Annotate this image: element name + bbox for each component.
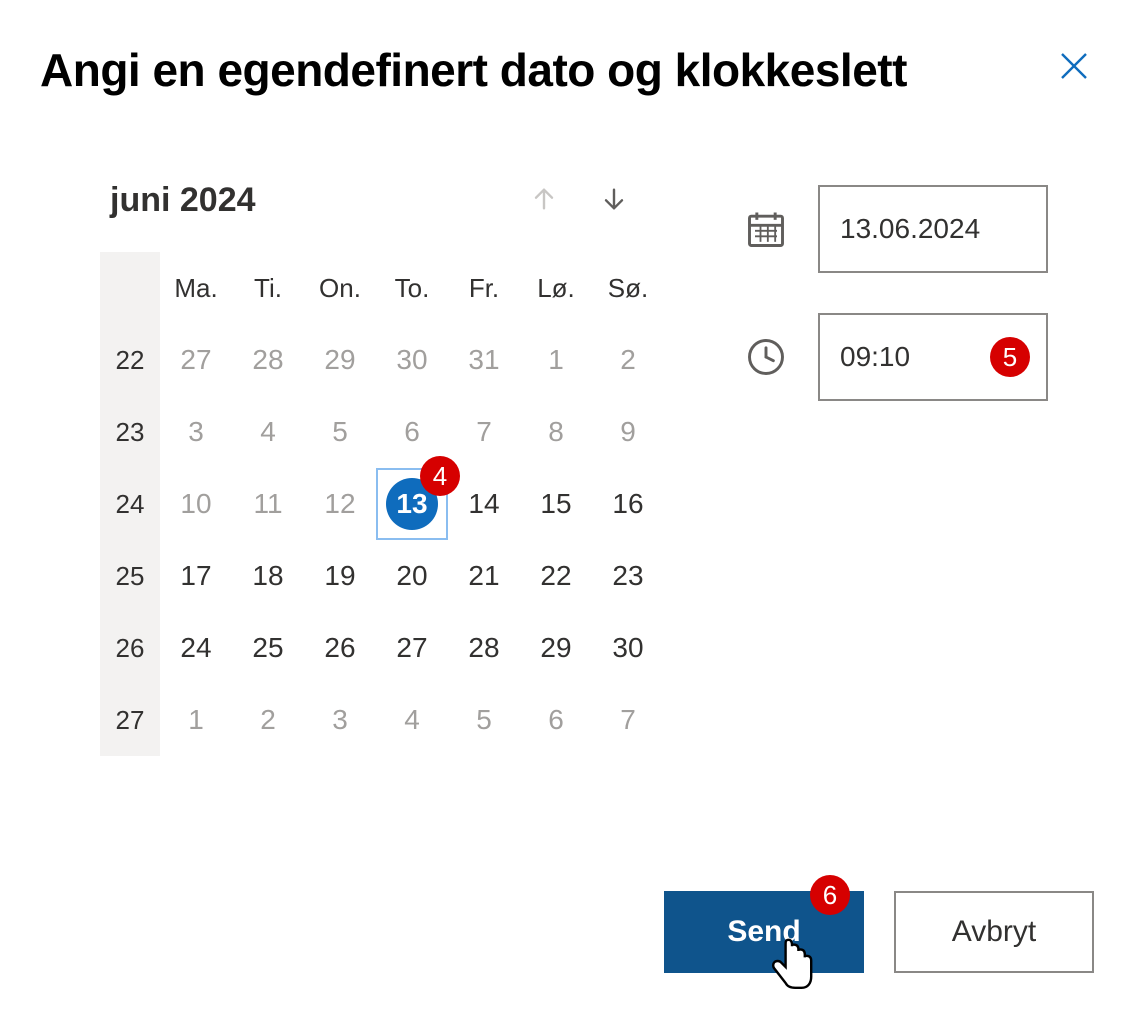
send-button-label: Send: [727, 915, 800, 948]
calendar-day[interactable]: 2: [592, 324, 664, 396]
clock-icon: [744, 335, 788, 379]
calendar-day[interactable]: 27: [376, 612, 448, 684]
calendar-day[interactable]: 28: [232, 324, 304, 396]
day-header: Ti.: [232, 252, 304, 324]
day-header: Lø.: [520, 252, 592, 324]
calendar-panel: juni 2024 Ma.Ti.On.To.Fr.Lø.Sø.222728293…: [100, 179, 664, 756]
close-button[interactable]: [1044, 40, 1104, 99]
day-header: Fr.: [448, 252, 520, 324]
day-header: To.: [376, 252, 448, 324]
calendar-day[interactable]: 19: [304, 540, 376, 612]
week-number: 26: [100, 612, 160, 684]
calendar-day[interactable]: 15: [520, 468, 592, 540]
calendar-day[interactable]: 11: [232, 468, 304, 540]
annotation-badge-5: 5: [990, 337, 1030, 377]
send-button[interactable]: Send 6: [664, 891, 864, 973]
calendar-day[interactable]: 3: [160, 396, 232, 468]
calendar-day[interactable]: 20: [376, 540, 448, 612]
calendar-day[interactable]: 25: [232, 612, 304, 684]
annotation-badge-6: 6: [810, 875, 850, 915]
calendar-day[interactable]: 31: [448, 324, 520, 396]
arrow-down-icon: [598, 183, 630, 215]
calendar-day[interactable]: 23: [592, 540, 664, 612]
calendar-day[interactable]: 27: [160, 324, 232, 396]
calendar-day[interactable]: 3: [304, 684, 376, 756]
calendar-day[interactable]: 26: [304, 612, 376, 684]
annotation-badge-4: 4: [420, 456, 460, 496]
calendar-icon: [744, 207, 788, 251]
week-number: 27: [100, 684, 160, 756]
day-header: On.: [304, 252, 376, 324]
cancel-button-label: Avbryt: [952, 915, 1036, 948]
calendar-day[interactable]: 29: [520, 612, 592, 684]
calendar-day[interactable]: 18: [232, 540, 304, 612]
calendar-day[interactable]: 30: [376, 324, 448, 396]
week-number: 23: [100, 396, 160, 468]
calendar-day[interactable]: 5: [304, 396, 376, 468]
week-number: 24: [100, 468, 160, 540]
arrow-up-icon: [528, 183, 560, 215]
calendar-day[interactable]: 6: [520, 684, 592, 756]
calendar-day[interactable]: 28: [448, 612, 520, 684]
calendar-day[interactable]: 134: [376, 468, 448, 540]
calendar-day[interactable]: 12: [304, 468, 376, 540]
calendar-grid: Ma.Ti.On.To.Fr.Lø.Sø.2227282930311223345…: [100, 252, 664, 756]
calendar-day[interactable]: 1: [160, 684, 232, 756]
calendar-day[interactable]: 30: [592, 612, 664, 684]
week-number: 22: [100, 324, 160, 396]
prev-month-button[interactable]: [524, 179, 564, 222]
calendar-day[interactable]: 1: [520, 324, 592, 396]
calendar-day[interactable]: 2: [232, 684, 304, 756]
calendar-day[interactable]: 4: [232, 396, 304, 468]
calendar-day[interactable]: 7: [592, 684, 664, 756]
calendar-day[interactable]: 10: [160, 468, 232, 540]
calendar-day[interactable]: 29: [304, 324, 376, 396]
calendar-day[interactable]: 5: [448, 684, 520, 756]
calendar-day[interactable]: 17: [160, 540, 232, 612]
calendar-day[interactable]: 24: [160, 612, 232, 684]
day-header: Ma.: [160, 252, 232, 324]
calendar-day[interactable]: 21: [448, 540, 520, 612]
calendar-day[interactable]: 22: [520, 540, 592, 612]
week-number: 25: [100, 540, 160, 612]
day-header: Sø.: [592, 252, 664, 324]
cancel-button[interactable]: Avbryt: [894, 891, 1094, 973]
calendar-day[interactable]: 7: [448, 396, 520, 468]
next-month-button[interactable]: [594, 179, 634, 222]
month-year-label[interactable]: juni 2024: [110, 181, 256, 220]
calendar-day[interactable]: 4: [376, 684, 448, 756]
close-icon: [1056, 48, 1092, 84]
calendar-day[interactable]: 8: [520, 396, 592, 468]
week-number-header: [100, 252, 160, 324]
calendar-day[interactable]: 16: [592, 468, 664, 540]
dialog-title: Angi en egendefinert dato og klokkeslett: [40, 43, 907, 97]
calendar-day[interactable]: 9: [592, 396, 664, 468]
date-input[interactable]: [818, 185, 1048, 273]
